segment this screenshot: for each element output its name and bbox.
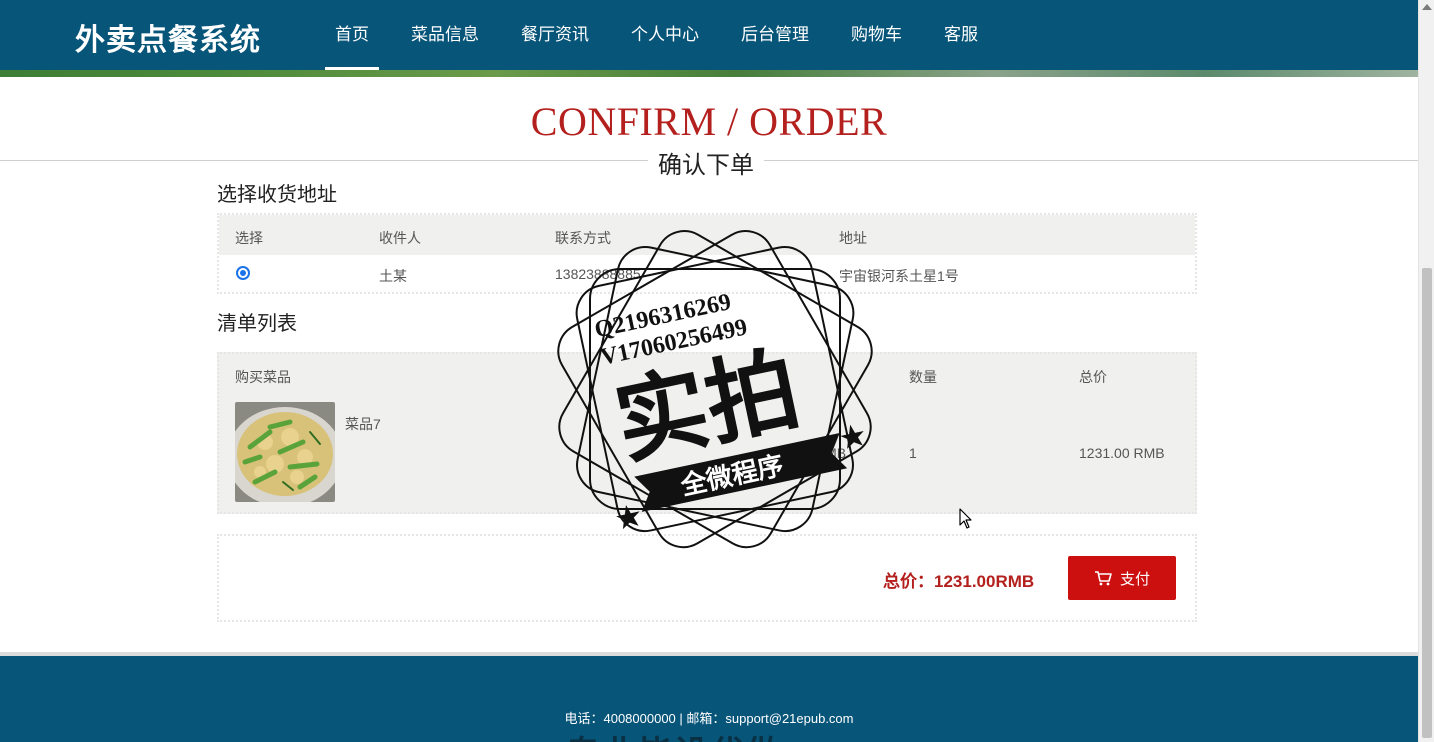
total-price: 总价：1231.00RMB bbox=[883, 572, 1035, 591]
dish-image[interactable] bbox=[235, 402, 335, 502]
pay-button-label: 支付 bbox=[1119, 570, 1150, 588]
scrollbar-thumb[interactable] bbox=[1422, 268, 1432, 738]
header-total: 总价 bbox=[1079, 369, 1107, 385]
nav-home[interactable]: 首页 bbox=[325, 0, 379, 70]
nav-service[interactable]: 客服 bbox=[934, 0, 988, 70]
watermark-line1: Q2196316269 bbox=[592, 289, 733, 343]
page-title-en: CONFIRM / ORDER bbox=[530, 99, 888, 144]
mouse-cursor-icon bbox=[959, 508, 972, 529]
scroll-up-arrow-icon[interactable] bbox=[1422, 4, 1432, 10]
header-address: 地址 bbox=[839, 230, 867, 246]
address-row[interactable]: 土某 13823888885 宇宙银河系土星1号 bbox=[219, 255, 1195, 292]
header-dish: 购买菜品 bbox=[235, 369, 291, 385]
nav-admin[interactable]: 后台管理 bbox=[731, 0, 819, 70]
recipient-phone: 13823888885 bbox=[555, 266, 641, 282]
address-section-title: 选择收货地址 bbox=[217, 184, 337, 206]
address-table: 选择 收件人 联系方式 地址 土某 13823888885 宇宙银河系土星1号 bbox=[217, 213, 1197, 294]
nav-dishes[interactable]: 菜品信息 bbox=[401, 0, 489, 70]
recipient-name: 土某 bbox=[379, 268, 407, 284]
nav-profile[interactable]: 个人中心 bbox=[621, 0, 709, 70]
dish-unit-price: RMB bbox=[815, 445, 847, 461]
header-select: 选择 bbox=[235, 230, 263, 246]
header-quantity: 数量 bbox=[909, 369, 937, 385]
pay-button[interactable]: 支付 bbox=[1068, 556, 1176, 600]
main-nav: 首页 菜品信息 餐厅资讯 个人中心 后台管理 购物车 客服 bbox=[325, 0, 1010, 70]
vertical-scrollbar[interactable] bbox=[1418, 0, 1434, 742]
header-phone: 联系方式 bbox=[555, 230, 611, 246]
radio-checked-icon[interactable] bbox=[236, 266, 250, 280]
header-recipient: 收件人 bbox=[379, 230, 421, 246]
footer-contact: 电话：4008000000 | 邮箱：support@21epub.com bbox=[564, 711, 854, 726]
recipient-address: 宇宙银河系土星1号 bbox=[839, 268, 959, 284]
cart-icon bbox=[1094, 571, 1112, 586]
dish-name[interactable]: 菜品7 bbox=[345, 414, 381, 434]
address-table-header: 选择 收件人 联系方式 地址 bbox=[219, 215, 1195, 255]
order-summary: 总价：1231.00RMB 支付 bbox=[217, 534, 1197, 622]
nav-news[interactable]: 餐厅资讯 bbox=[511, 0, 599, 70]
footer-overlay-text: 专业毕设代做 bbox=[566, 726, 782, 742]
order-table: 购买菜品 数量 总价 菜品7 RMB 1 1231.00 RMB bbox=[217, 352, 1197, 514]
top-header: 外卖点餐系统 首页 菜品信息 餐厅资讯 个人中心 后台管理 购物车 客服 bbox=[0, 0, 1418, 70]
order-section-title: 清单列表 bbox=[217, 313, 297, 335]
nav-cart[interactable]: 购物车 bbox=[841, 0, 912, 70]
dish-total: 1231.00 RMB bbox=[1079, 445, 1165, 461]
page: 外卖点餐系统 首页 菜品信息 餐厅资讯 个人中心 后台管理 购物车 客服 CON… bbox=[0, 0, 1418, 742]
banner-image-strip bbox=[0, 70, 1418, 77]
site-logo[interactable]: 外卖点餐系统 bbox=[75, 15, 261, 59]
dish-quantity: 1 bbox=[909, 445, 917, 461]
footer: 电话：4008000000 | 邮箱：support@21epub.com 专业… bbox=[0, 652, 1418, 742]
page-title-cn: 确认下单 bbox=[648, 145, 764, 180]
